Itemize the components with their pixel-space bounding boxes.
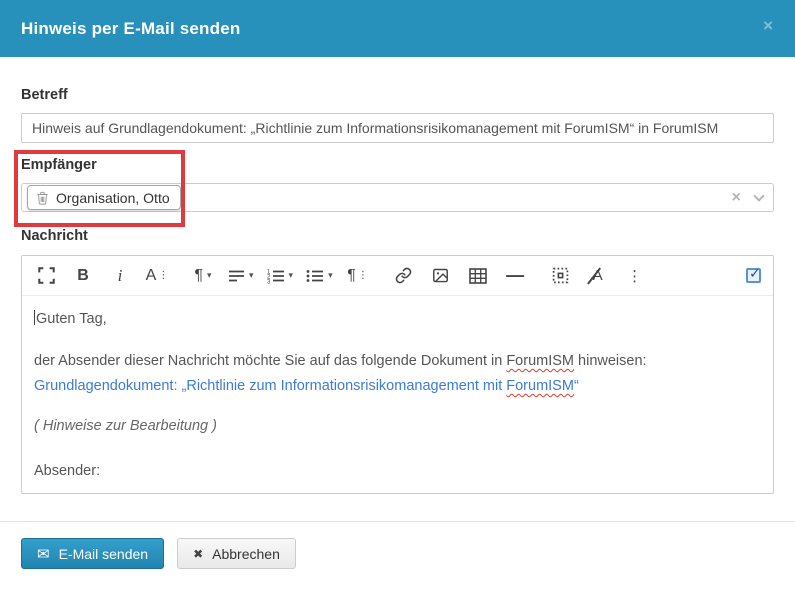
modal-body: Betreff Empfänger Organisation, Otto × N… bbox=[0, 87, 795, 494]
insert-table-icon[interactable] bbox=[466, 262, 490, 290]
rich-text-editor: B i A⋮ ¶▾ ▾ 1 2 3 ▾ bbox=[21, 255, 774, 494]
horizontal-rule-icon[interactable]: — bbox=[503, 262, 527, 290]
unordered-list-icon[interactable]: ▾ bbox=[306, 262, 333, 290]
align-icon[interactable]: ▾ bbox=[228, 262, 254, 290]
ordered-list-icon[interactable]: 1 2 3 ▾ bbox=[267, 262, 294, 290]
cancel-label: Abbrechen bbox=[212, 546, 280, 562]
modal-header: Hinweis per E-Mail senden × bbox=[0, 0, 795, 57]
recipient-section: Empfänger Organisation, Otto × bbox=[21, 157, 774, 212]
send-email-label: E-Mail senden bbox=[59, 546, 149, 562]
misspelled-word: ForumISM bbox=[506, 353, 574, 369]
more-options-icon[interactable]: ⋮ bbox=[623, 262, 647, 290]
recipient-label: Empfänger bbox=[21, 157, 774, 173]
font-format-icon[interactable]: A⋮ bbox=[145, 262, 169, 290]
message-label: Nachricht bbox=[21, 228, 774, 244]
select-all-icon[interactable] bbox=[549, 262, 573, 290]
subject-label: Betreff bbox=[21, 87, 774, 103]
clear-formatting-icon[interactable]: A bbox=[586, 262, 610, 290]
misspelled-word: ForumISM bbox=[506, 378, 574, 394]
cancel-button[interactable]: ✖ Abbrechen bbox=[177, 538, 296, 569]
sender-line: Absender: bbox=[34, 461, 761, 482]
html-mode-checkbox[interactable]: ✓ bbox=[746, 268, 761, 283]
intro-line: der Absender dieser Nachricht möchte Sie… bbox=[34, 351, 761, 372]
italic-icon[interactable]: i bbox=[108, 262, 132, 290]
chevron-down-icon[interactable] bbox=[753, 190, 764, 201]
text-caret bbox=[34, 310, 35, 325]
editor-content[interactable]: Guten Tag, der Absender dieser Nachricht… bbox=[22, 296, 773, 495]
paragraph-format-icon[interactable]: ¶▾ bbox=[191, 262, 215, 290]
paragraph-more-icon[interactable]: ¶⋮ bbox=[346, 262, 370, 290]
recipient-select[interactable]: Organisation, Otto × bbox=[21, 183, 774, 212]
recipient-tag[interactable]: Organisation, Otto bbox=[27, 185, 181, 210]
fullscreen-icon[interactable] bbox=[34, 262, 58, 290]
insert-image-icon[interactable] bbox=[429, 262, 453, 290]
recipient-tag-label: Organisation, Otto bbox=[56, 190, 170, 206]
document-link-line: Grundlagendokument: „Richtlinie zum Info… bbox=[34, 376, 761, 397]
hint-line: ( Hinweise zur Bearbeitung ) bbox=[34, 416, 761, 437]
clear-selection-icon[interactable]: × bbox=[732, 190, 741, 206]
subject-input[interactable] bbox=[21, 113, 774, 143]
document-link[interactable]: Grundlagendokument: „Richtlinie zum Info… bbox=[34, 378, 579, 394]
envelope-icon: ✉ bbox=[37, 545, 50, 563]
insert-link-icon[interactable] bbox=[392, 262, 416, 290]
editor-toolbar: B i A⋮ ¶▾ ▾ 1 2 3 ▾ bbox=[22, 256, 773, 296]
modal-footer: ✉ E-Mail senden ✖ Abbrechen bbox=[0, 522, 795, 585]
cancel-x-icon: ✖ bbox=[193, 547, 203, 561]
svg-text:3: 3 bbox=[267, 279, 271, 284]
greeting-line: Guten Tag, bbox=[34, 309, 761, 330]
send-email-button[interactable]: ✉ E-Mail senden bbox=[21, 538, 164, 569]
modal-title: Hinweis per E-Mail senden bbox=[21, 19, 240, 39]
close-icon[interactable]: × bbox=[763, 17, 773, 34]
trash-icon[interactable] bbox=[36, 191, 49, 205]
bold-icon[interactable]: B bbox=[71, 262, 95, 290]
select-controls: × bbox=[732, 190, 763, 206]
